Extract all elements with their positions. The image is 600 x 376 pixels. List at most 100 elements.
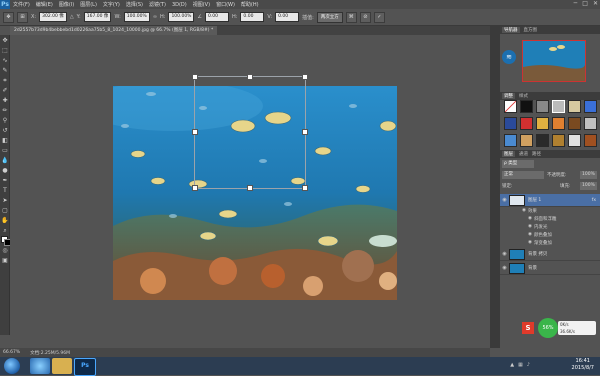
style-swatch[interactable] — [536, 100, 549, 113]
tab-paths[interactable]: 路径 — [532, 151, 541, 157]
transform-handle[interactable] — [247, 74, 253, 80]
style-swatch[interactable] — [552, 100, 565, 113]
eye-icon[interactable]: ◉ — [528, 240, 532, 245]
style-swatch[interactable] — [520, 134, 533, 147]
style-swatch[interactable] — [568, 117, 581, 130]
wifi-icon[interactable]: ≋ — [502, 50, 516, 64]
volume-icon[interactable]: ♪ — [527, 362, 530, 368]
eraser-tool-icon[interactable]: ◧ — [1, 136, 9, 145]
effects-row[interactable]: ◉ 效果 — [522, 207, 537, 214]
style-swatch[interactable] — [568, 100, 581, 113]
maximize-button[interactable]: □ — [582, 0, 588, 7]
minimize-button[interactable]: ─ — [574, 0, 578, 7]
style-swatch[interactable] — [520, 117, 533, 130]
opacity-field[interactable]: 100% — [580, 171, 597, 179]
brush-tool-icon[interactable]: ✏ — [1, 106, 9, 115]
effect-color-overlay[interactable]: ◉ 颜色叠加 — [528, 231, 552, 238]
style-swatch[interactable] — [504, 100, 517, 113]
y-position-field[interactable]: 167.00 像 — [83, 12, 112, 22]
style-swatch[interactable] — [520, 100, 533, 113]
photoshop-taskbar-icon[interactable]: Ps — [74, 358, 96, 376]
visibility-eye-icon[interactable]: ◉ — [500, 197, 509, 203]
warp-icon[interactable]: ⌘ — [345, 11, 357, 23]
navigator-thumbnail[interactable] — [522, 40, 586, 82]
network-icon[interactable]: ▦ — [518, 362, 523, 368]
quick-select-tool-icon[interactable]: ✎ — [1, 66, 9, 75]
crop-tool-icon[interactable]: ⌗ — [1, 76, 9, 85]
x-position-field[interactable]: 302.00 像 — [39, 12, 67, 22]
folder-icon[interactable] — [52, 358, 72, 374]
document-tab[interactable]: 2d2557b73d9b4bebbebd1d0226aa75b5_8_1024_… — [10, 26, 218, 35]
transform-handle[interactable] — [192, 129, 198, 135]
tray-arrow-icon[interactable]: ▲ — [510, 362, 514, 368]
eye-icon[interactable]: ◉ — [528, 216, 532, 221]
interpolation-select[interactable]: 两次立方 — [316, 11, 343, 23]
close-button[interactable]: ✕ — [593, 0, 598, 7]
effect-inner-glow[interactable]: ◉ 内发光 — [528, 223, 547, 230]
menu-3d[interactable]: 3D(D) — [169, 2, 190, 8]
menu-edit[interactable]: 编辑(E) — [33, 1, 56, 8]
width-field[interactable]: 100.00% — [123, 12, 150, 22]
style-swatch[interactable] — [504, 134, 517, 147]
healing-brush-icon[interactable]: ✚ — [1, 96, 9, 105]
layer-row-layer1[interactable]: ◉ 图层 1 fx — [500, 194, 600, 207]
tab-layers[interactable]: 图层 — [502, 151, 515, 157]
style-swatch[interactable] — [536, 134, 549, 147]
color-swatch-icon[interactable] — [1, 236, 11, 246]
transform-handle[interactable] — [247, 185, 253, 191]
document-info[interactable]: 文档:2.25M/5.96M — [30, 350, 70, 356]
transform-handle[interactable] — [302, 74, 308, 80]
tab-histogram[interactable]: 直方图 — [524, 27, 538, 33]
layer-name[interactable]: 背景 拷贝 — [528, 251, 547, 257]
style-swatch[interactable] — [584, 134, 597, 147]
transform-bounding-box[interactable] — [192, 74, 308, 191]
effect-gradient-overlay[interactable]: ◉ 渐变叠加 — [528, 239, 552, 246]
h-skew-field[interactable]: 0.00 — [240, 12, 265, 22]
marquee-tool-icon[interactable]: ⬚ — [1, 46, 9, 55]
eyedropper-tool-icon[interactable]: ✐ — [1, 86, 9, 95]
tab-adjustments[interactable]: 调整 — [502, 93, 515, 99]
tab-navigator[interactable]: 导航器 — [502, 27, 520, 33]
tab-channels[interactable]: 通道 — [519, 151, 528, 157]
quick-mask-icon[interactable]: ◎ — [1, 246, 9, 255]
transform-handle[interactable] — [302, 185, 308, 191]
menu-window[interactable]: 窗口(W) — [213, 1, 238, 8]
path-select-icon[interactable]: ➤ — [1, 196, 9, 205]
start-button[interactable] — [4, 358, 20, 374]
history-brush-icon[interactable]: ↺ — [1, 126, 9, 135]
menu-filter[interactable]: 滤镜(T) — [146, 1, 169, 8]
visibility-eye-icon[interactable]: ◉ — [500, 251, 509, 257]
blur-tool-icon[interactable]: 💧 — [1, 156, 9, 165]
hand-tool-icon[interactable]: ✋ — [1, 216, 9, 225]
layer-kind-filter[interactable]: ρ 类型 — [502, 160, 534, 168]
zoom-tool-icon[interactable]: ⌕ — [1, 226, 9, 235]
menu-layer[interactable]: 图层(L) — [77, 1, 100, 8]
transform-tool-icon[interactable]: ✥ — [3, 11, 14, 23]
menu-select[interactable]: 选择(S) — [123, 1, 146, 8]
effect-bevel[interactable]: ◉ 斜面和浮雕 — [528, 215, 556, 222]
layer-name[interactable]: 图层 1 — [528, 197, 541, 203]
style-swatch[interactable] — [552, 134, 565, 147]
ie-icon[interactable] — [30, 358, 50, 374]
menu-help[interactable]: 帮助(H) — [238, 1, 262, 8]
move-tool-icon[interactable]: ✥ — [1, 36, 9, 45]
sogou-ime-icon[interactable]: S — [522, 322, 534, 334]
blend-mode-select[interactable]: 正常 — [502, 171, 544, 179]
height-field[interactable]: 100.00% — [168, 12, 195, 22]
menu-type[interactable]: 文字(Y) — [100, 1, 123, 8]
eye-icon[interactable]: ◉ — [528, 224, 532, 229]
visibility-eye-icon[interactable]: ◉ — [500, 265, 509, 271]
clone-stamp-icon[interactable]: ⚲ — [1, 116, 9, 125]
delta-icon[interactable]: △ — [70, 14, 74, 20]
layer-name[interactable]: 背景 — [528, 265, 537, 271]
style-swatch[interactable] — [584, 117, 597, 130]
style-swatch[interactable] — [568, 134, 581, 147]
eye-icon[interactable]: ◉ — [522, 208, 526, 213]
fx-icon[interactable]: fx — [592, 198, 596, 203]
commit-transform-icon[interactable]: ✓ — [373, 11, 385, 23]
transform-handle[interactable] — [192, 74, 198, 80]
transform-handle[interactable] — [302, 129, 308, 135]
zoom-level[interactable]: 66.67% — [3, 350, 20, 355]
layer-row-background[interactable]: ◉ 背景 — [500, 262, 600, 275]
reference-point-icon[interactable]: ⊞ — [17, 11, 28, 23]
